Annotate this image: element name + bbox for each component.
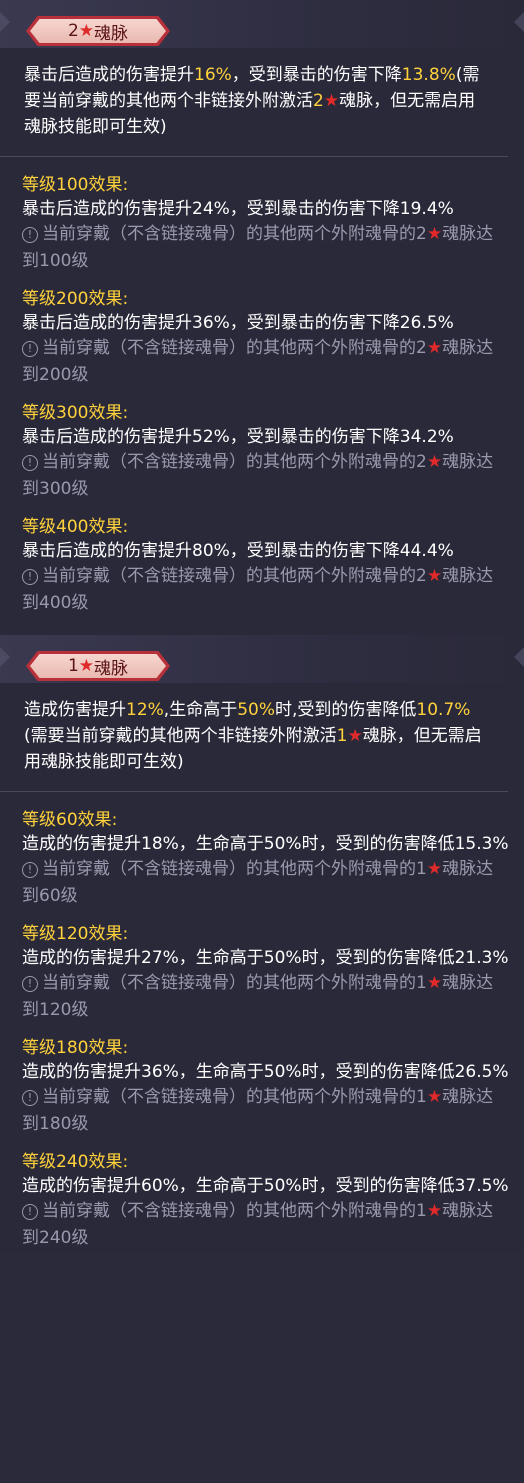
level-description: 造成的伤害提升36%，生命高于50%时，受到的伤害降低26.5%	[22, 1062, 509, 1082]
star-icon: ★	[323, 91, 340, 111]
level-effect: 等级180效果: 造成的伤害提升36%，生命高于50%时，受到的伤害降低26.5…	[0, 1024, 524, 1138]
condition-text: 当前穿戴（不含链接魂骨）的其他两个外附魂骨的2	[42, 338, 427, 358]
condition-text: 当前穿戴（不含链接魂骨）的其他两个外附魂骨的1	[42, 1201, 427, 1221]
condition-text: 当前穿戴（不含链接魂骨）的其他两个外附魂骨的2	[42, 566, 427, 586]
star-icon: ★	[426, 1201, 443, 1221]
level-effect: 等级60效果: 造成的伤害提升18%，生命高于50%时，受到的伤害降低15.3%…	[0, 792, 524, 910]
level-condition: ! 当前穿戴（不含链接魂骨）的其他两个外附魂骨的1★魂脉达到240级	[22, 1198, 510, 1252]
level-effect: 等级300效果: 暴击后造成的伤害提升52%，受到暴击的伤害下降34.2% ! 当…	[0, 389, 524, 503]
header-left-notch	[0, 12, 10, 32]
star-icon: ★	[426, 859, 443, 879]
summary-value: 1	[336, 726, 348, 746]
header-right-notch	[514, 647, 524, 667]
star-icon: ★	[347, 726, 363, 746]
level-condition: ! 当前穿戴（不含链接魂骨）的其他两个外附魂骨的1★魂脉达到60级	[22, 856, 510, 910]
summary-value: 13.8%	[401, 65, 456, 85]
soul-vein-section-2star: 2 ★ 魂脉 暴击后造成的伤害提升16%，受到暴击的伤害下降13.8%(需要当前穿戴…	[0, 0, 524, 635]
effect-summary: 造成伤害提升12%,生命高于50%时,受到的伤害降低10.7% (需要当前穿戴的其…	[0, 683, 508, 792]
badge-label: 魂脉	[94, 23, 129, 44]
warning-icon: !	[22, 976, 38, 992]
star-icon: ★	[426, 224, 443, 244]
warning-icon: !	[22, 455, 38, 471]
condition-text: 当前穿戴（不含链接魂骨）的其他两个外附魂骨的2	[42, 224, 427, 244]
level-title: 等级100效果:	[22, 175, 129, 195]
warning-icon: !	[22, 227, 38, 243]
level-title: 等级300效果:	[22, 403, 129, 423]
level-effect: 等级100效果: 暴击后造成的伤害提升24%，受到暴击的伤害下降19.4% ! 当…	[0, 157, 524, 275]
star-icon: ★	[426, 566, 443, 586]
level-effect: 等级200效果: 暴击后造成的伤害提升36%，受到暴击的伤害下降26.5% ! 当…	[0, 275, 524, 389]
effect-summary: 暴击后造成的伤害提升16%，受到暴击的伤害下降13.8%(需要当前穿戴的其他两个…	[0, 48, 508, 157]
level-description: 暴击后造成的伤害提升24%，受到暴击的伤害下降19.4%	[22, 199, 454, 219]
level-condition: ! 当前穿戴（不含链接魂骨）的其他两个外附魂骨的2★魂脉达到400级	[22, 563, 510, 617]
summary-value: 12%	[126, 700, 164, 720]
badge-number: 1	[67, 656, 79, 676]
level-title: 等级180效果:	[22, 1038, 129, 1058]
header-left-notch	[0, 647, 10, 667]
level-effect: 等级120效果: 造成的伤害提升27%，生命高于50%时，受到的伤害降低21.3…	[0, 910, 524, 1024]
condition-text: 当前穿戴（不含链接魂骨）的其他两个外附魂骨的1	[42, 973, 427, 993]
summary-value: 2	[313, 91, 324, 111]
warning-icon: !	[22, 862, 38, 878]
level-description: 暴击后造成的伤害提升36%，受到暴击的伤害下降26.5%	[22, 313, 454, 333]
condition-text: 当前穿戴（不含链接魂骨）的其他两个外附魂骨的1	[42, 1087, 427, 1107]
badge-number: 2	[67, 21, 79, 41]
star-icon: ★	[78, 21, 95, 41]
summary-text: ，受到暴击的伤害下降	[231, 65, 402, 85]
summary-text: 时,受到的伤害降低	[275, 700, 417, 720]
level-title: 等级60效果:	[22, 810, 118, 830]
level-description: 造成的伤害提升27%，生命高于50%时，受到的伤害降低21.3%	[22, 948, 509, 968]
level-description: 暴击后造成的伤害提升80%，受到暴击的伤害下降44.4%	[22, 541, 454, 561]
level-title: 等级120效果:	[22, 924, 129, 944]
summary-value: 16%	[194, 65, 232, 85]
level-condition: ! 当前穿戴（不含链接魂骨）的其他两个外附魂骨的1★魂脉达到120级	[22, 970, 510, 1024]
condition-text: 当前穿戴（不含链接魂骨）的其他两个外附魂骨的1	[42, 859, 427, 879]
section-header: 2 ★ 魂脉	[0, 0, 524, 48]
level-description: 造成的伤害提升60%，生命高于50%时，受到的伤害降低37.5%	[22, 1176, 509, 1196]
summary-text: ,生命高于	[163, 700, 238, 720]
section-spacer	[0, 617, 524, 635]
star-icon: ★	[426, 973, 443, 993]
warning-icon: !	[22, 1090, 38, 1106]
summary-text: 暴击后造成的伤害提升	[24, 65, 194, 85]
star-icon: ★	[78, 656, 95, 676]
tier-badge: 1 ★ 魂脉	[26, 651, 170, 681]
star-icon: ★	[426, 1087, 443, 1107]
level-title: 等级240效果:	[22, 1152, 129, 1172]
section-header: 1 ★ 魂脉	[0, 635, 524, 683]
header-right-notch	[514, 12, 524, 32]
level-condition: ! 当前穿戴（不含链接魂骨）的其他两个外附魂骨的1★魂脉达到180级	[22, 1084, 510, 1138]
level-description: 造成的伤害提升18%，生命高于50%时，受到的伤害降低15.3%	[22, 834, 509, 854]
level-title: 等级400效果:	[22, 517, 129, 537]
summary-value: 10.7%	[416, 700, 471, 720]
condition-text: 当前穿戴（不含链接魂骨）的其他两个外附魂骨的2	[42, 452, 427, 472]
summary-value: 50%	[237, 700, 275, 720]
tier-badge: 2 ★ 魂脉	[26, 16, 170, 46]
soul-vein-section-1star: 1 ★ 魂脉 造成伤害提升12%,生命高于50%时,受到的伤害降低10.7%(需要当…	[0, 635, 524, 1252]
level-condition: ! 当前穿戴（不含链接魂骨）的其他两个外附魂骨的2★魂脉达到300级	[22, 449, 510, 503]
summary-text: (需要当前穿戴的其他两个非链接外附激活	[24, 726, 337, 746]
warning-icon: !	[22, 569, 38, 585]
level-condition: ! 当前穿戴（不含链接魂骨）的其他两个外附魂骨的2★魂脉达到100级	[22, 221, 510, 275]
level-title: 等级200效果:	[22, 289, 129, 309]
level-condition: ! 当前穿戴（不含链接魂骨）的其他两个外附魂骨的2★魂脉达到200级	[22, 335, 510, 389]
level-effect: 等级240效果: 造成的伤害提升60%，生命高于50%时，受到的伤害降低37.5…	[0, 1138, 524, 1252]
star-icon: ★	[426, 338, 443, 358]
level-effect: 等级400效果: 暴击后造成的伤害提升80%，受到暴击的伤害下降44.4% ! 当…	[0, 503, 524, 617]
summary-text: 造成伤害提升	[24, 700, 126, 720]
level-description: 暴击后造成的伤害提升52%，受到暴击的伤害下降34.2%	[22, 427, 454, 447]
warning-icon: !	[22, 1204, 38, 1220]
badge-label: 魂脉	[94, 658, 129, 679]
star-icon: ★	[426, 452, 443, 472]
warning-icon: !	[22, 341, 38, 357]
